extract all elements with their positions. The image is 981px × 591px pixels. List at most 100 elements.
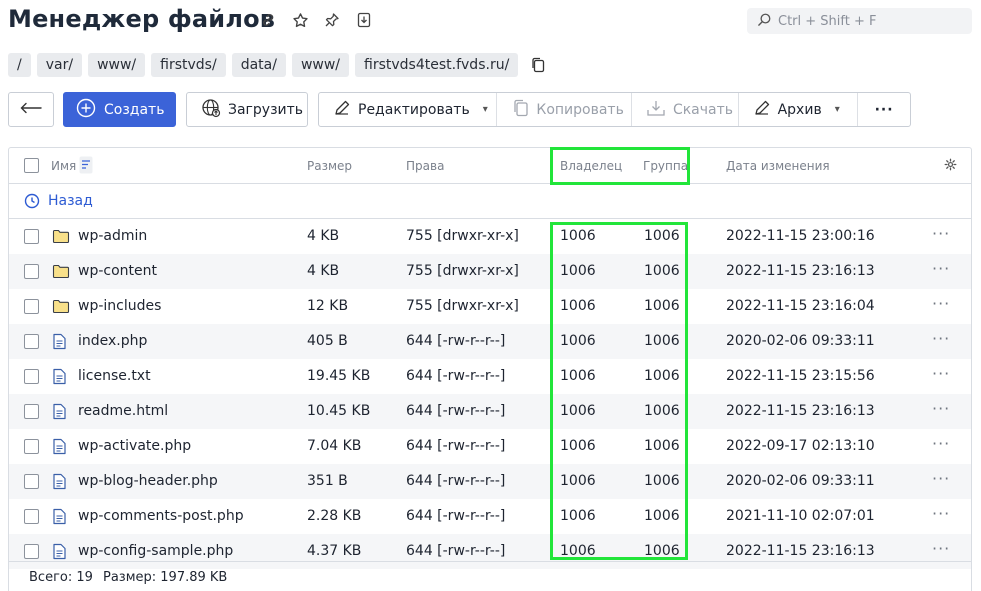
table-row[interactable]: wp-activate.php 7.04 KB 644 [-rw-r--r--] 10…	[9, 429, 971, 464]
breadcrumb-item[interactable]: /	[8, 53, 31, 77]
search-icon	[757, 12, 772, 31]
file-permissions: 644 [-rw-r--r--]	[406, 333, 506, 349]
row-checkbox[interactable]	[24, 334, 39, 349]
row-checkbox[interactable]	[24, 439, 39, 454]
row-menu-button[interactable]: ···	[932, 329, 950, 348]
file-group: 1006	[644, 543, 680, 559]
file-size: 19.45 KB	[307, 368, 371, 384]
file-name[interactable]: license.txt	[78, 368, 151, 384]
row-menu-button[interactable]: ···	[932, 539, 950, 558]
file-size: 351 B	[307, 473, 348, 489]
back-button[interactable]	[8, 92, 54, 127]
file-name[interactable]: wp-activate.php	[78, 438, 191, 454]
table-row[interactable]: wp-admin 4 KB 755 [drwxr-xr-x] 1006 1006 2022…	[9, 219, 971, 254]
star-icon[interactable]	[290, 10, 310, 30]
archive-label: Архив	[777, 101, 822, 118]
select-all-checkbox[interactable]	[24, 158, 39, 173]
upload-button[interactable]: Загрузить	[186, 92, 308, 127]
file-name[interactable]: wp-admin	[78, 228, 147, 244]
chevron-down-icon: ▾	[834, 104, 840, 115]
row-checkbox[interactable]	[24, 404, 39, 419]
column-group[interactable]: Группа	[643, 159, 688, 173]
file-name[interactable]: wp-blog-header.php	[78, 473, 218, 489]
column-size[interactable]: Размер	[307, 159, 352, 173]
upload-label: Загрузить	[228, 101, 304, 118]
row-checkbox[interactable]	[24, 509, 39, 524]
table-row[interactable]: wp-includes 12 KB 755 [drwxr-xr-x] 1006 1006…	[9, 289, 971, 324]
row-menu-button[interactable]: ···	[932, 399, 950, 418]
row-checkbox[interactable]	[24, 264, 39, 279]
table-row[interactable]: wp-comments-post.php 2.28 KB 644 [-rw-r--r…	[9, 499, 971, 534]
row-checkbox[interactable]	[24, 474, 39, 489]
file-group: 1006	[644, 508, 680, 524]
edit-label: Редактировать	[358, 101, 470, 118]
file-group: 1006	[644, 473, 680, 489]
breadcrumb-item[interactable]: www/	[291, 53, 350, 77]
file-icon	[52, 403, 67, 424]
breadcrumb-item[interactable]: firstvds/	[151, 53, 226, 77]
search-box[interactable]	[747, 8, 972, 34]
breadcrumb-item[interactable]: data/	[231, 53, 286, 77]
back-link[interactable]: Назад	[48, 193, 93, 209]
download-page-icon[interactable]	[354, 10, 374, 30]
file-name[interactable]: index.php	[78, 333, 147, 349]
globe-upload-icon	[201, 98, 221, 122]
table-row[interactable]: wp-blog-header.php 351 B 644 [-rw-r--r--] 1…	[9, 464, 971, 499]
row-checkbox[interactable]	[24, 369, 39, 384]
pin-icon[interactable]	[322, 10, 342, 30]
search-input[interactable]	[778, 13, 958, 29]
chevron-down-icon: ▾	[482, 104, 488, 115]
file-name[interactable]: wp-content	[78, 263, 157, 279]
copy-path-icon[interactable]	[530, 56, 546, 74]
row-checkbox[interactable]	[24, 299, 39, 314]
create-label: Создать	[104, 101, 165, 118]
create-button[interactable]: Создать	[63, 92, 176, 127]
column-owner[interactable]: Владелец	[560, 159, 622, 173]
file-size: 4.37 KB	[307, 543, 362, 559]
file-name[interactable]: wp-config-sample.php	[78, 543, 233, 559]
row-checkbox[interactable]	[24, 229, 39, 244]
column-permissions[interactable]: Права	[406, 159, 444, 173]
row-menu-button[interactable]: ···	[932, 469, 950, 488]
file-name[interactable]: readme.html	[78, 403, 168, 419]
sort-icon[interactable]	[79, 156, 93, 177]
table-row[interactable]: wp-content 4 KB 755 [drwxr-xr-x] 1006 1006 20…	[9, 254, 971, 289]
table-body: wp-admin 4 KB 755 [drwxr-xr-x] 1006 1006 2022…	[9, 219, 971, 569]
breadcrumb-item[interactable]: var/	[36, 53, 83, 77]
row-menu-button[interactable]: ···	[932, 364, 950, 383]
file-permissions: 644 [-rw-r--r--]	[406, 438, 506, 454]
folder-icon	[52, 298, 70, 318]
file-owner: 1006	[560, 333, 596, 349]
breadcrumb-item[interactable]: firstvds4test.fvds.ru/	[355, 53, 519, 77]
edit-button[interactable]: Редактировать ▾	[319, 93, 498, 126]
archive-button[interactable]: Архив ▾	[739, 93, 859, 126]
download-button[interactable]: Скачать	[632, 93, 739, 126]
file-group: 1006	[644, 403, 680, 419]
row-menu-button[interactable]: ···	[932, 294, 950, 313]
column-name[interactable]: Имя	[51, 159, 76, 173]
file-name[interactable]: wp-includes	[78, 298, 161, 314]
file-size: 2.28 KB	[307, 508, 362, 524]
table-row[interactable]: index.php 405 B 644 [-rw-r--r--] 1006 1006 20…	[9, 324, 971, 359]
file-permissions: 755 [drwxr-xr-x]	[406, 228, 519, 244]
row-checkbox[interactable]	[24, 544, 39, 559]
copy-button[interactable]: Копировать	[497, 93, 632, 126]
file-group: 1006	[644, 263, 680, 279]
row-menu-button[interactable]: ···	[932, 224, 950, 243]
row-menu-button[interactable]: ···	[932, 434, 950, 453]
action-toolbar: Редактировать ▾ Копировать Скачать Архив…	[318, 92, 911, 127]
link-icon[interactable]	[258, 10, 278, 30]
table-row[interactable]: license.txt 19.45 KB 644 [-rw-r--r--] 1006 1…	[9, 359, 971, 394]
settings-gear-icon[interactable]	[944, 158, 957, 174]
file-icon	[52, 368, 67, 389]
row-menu-button[interactable]: ···	[932, 504, 950, 523]
table-row[interactable]: readme.html 10.45 KB 644 [-rw-r--r--] 1006 1…	[9, 394, 971, 429]
file-permissions: 755 [drwxr-xr-x]	[406, 298, 519, 314]
breadcrumb-item[interactable]: www/	[88, 53, 146, 77]
row-menu-button[interactable]: ···	[932, 259, 950, 278]
back-row[interactable]: Назад	[9, 184, 971, 219]
file-icon	[52, 438, 67, 459]
column-modified[interactable]: Дата изменения	[726, 159, 830, 173]
more-actions-button[interactable]: ···	[858, 93, 910, 126]
file-name[interactable]: wp-comments-post.php	[78, 508, 244, 524]
